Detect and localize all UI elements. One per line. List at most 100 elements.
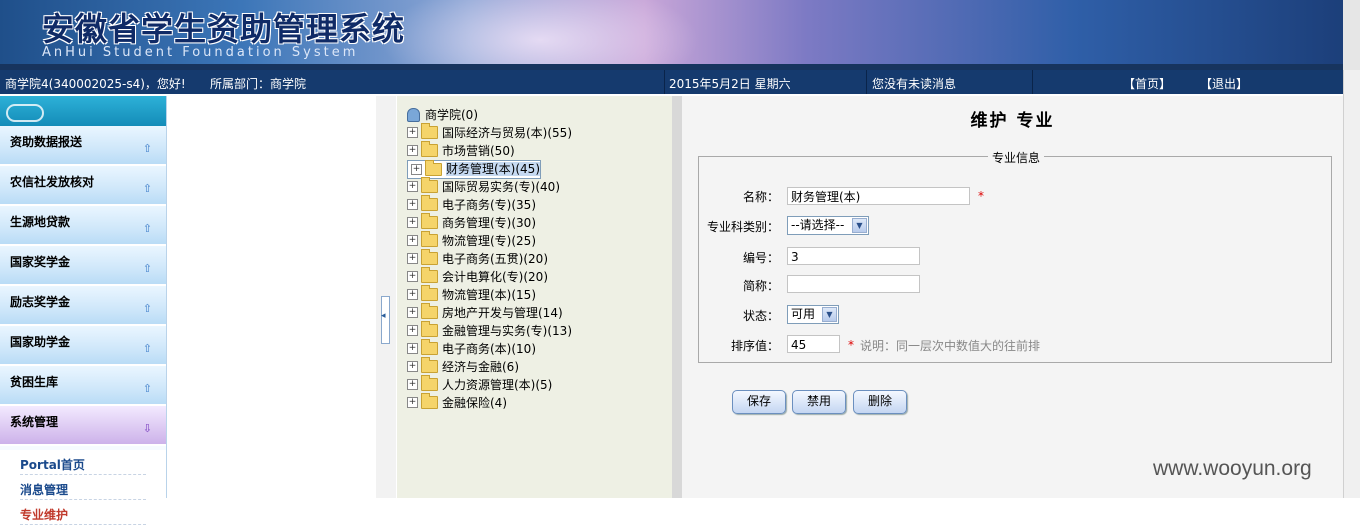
chevron-down-icon: ▼	[822, 307, 837, 322]
menu-item-label: 国家助学金	[10, 335, 71, 349]
menu-item-credit-check[interactable]: 农信社发放核对 ⇧	[0, 166, 166, 206]
expand-up-icon: ⇧	[142, 182, 152, 195]
system-subtitle: AnHui Student Foundation System	[42, 45, 359, 60]
delete-button[interactable]: 删除	[853, 390, 907, 414]
name-label: 名称：	[742, 190, 779, 204]
expand-icon[interactable]: +	[407, 343, 418, 354]
status-select-value: 可用	[791, 307, 816, 321]
tree-node[interactable]: + 金融管理与实务(专)(13)	[407, 321, 572, 340]
tree-node[interactable]: + 商务管理(专)(30)	[407, 213, 536, 232]
name-input[interactable]: 财务管理(本)	[787, 187, 970, 205]
folder-icon	[421, 393, 438, 409]
menu-item-label: 贫困生库	[10, 375, 59, 389]
required-mark: *	[978, 189, 984, 203]
globe-icon	[407, 107, 420, 122]
code-input[interactable]: 3	[787, 247, 920, 265]
order-input[interactable]: 45	[787, 335, 840, 353]
major-tree: 商学院(0) + 国际经济与贸易(本)(55) + 市场营销(50) + 财务管理(本…	[397, 96, 672, 498]
menu-item-label: 农信社发放核对	[10, 175, 95, 189]
expand-icon[interactable]: +	[407, 271, 418, 282]
tree-node[interactable]: + 国际经济与贸易(本)(55)	[407, 123, 572, 142]
tree-node[interactable]: + 房地产开发与管理(14)	[407, 303, 563, 322]
submenu-item-messages[interactable]: 消息管理	[20, 475, 146, 500]
save-button[interactable]: 保存	[732, 390, 786, 414]
tree-node[interactable]: + 电子商务(本)(10)	[407, 339, 536, 358]
tree-node[interactable]: + 金融保险(4)	[407, 393, 507, 412]
header-banner: 安徽省学生资助管理系统 AnHui Student Foundation Sys…	[0, 0, 1343, 70]
folder-icon	[421, 357, 438, 373]
submenu-item-major-maintenance[interactable]: 专业维护	[20, 500, 146, 525]
expand-icon[interactable]: +	[407, 325, 418, 336]
messages-text[interactable]: 您没有未读消息	[872, 75, 956, 92]
tree-node[interactable]: + 电子商务(专)(35)	[407, 195, 536, 214]
left-menu: 资助数据报送 ⇧ 农信社发放核对 ⇧ 生源地贷款 ⇧ 国家奖学金 ⇧ 励志奖学金…	[0, 96, 167, 525]
tree-root-node[interactable]: 商学院(0)	[407, 106, 478, 124]
expand-icon[interactable]: +	[407, 235, 418, 246]
tree-node[interactable]: + 物流管理(本)(15)	[407, 285, 536, 304]
tree-node-label: 金融保险(4)	[442, 396, 507, 410]
folder-icon	[421, 141, 438, 157]
window-scrollbar-top[interactable]	[1343, 0, 1360, 70]
expand-icon[interactable]: +	[407, 253, 418, 264]
disable-button[interactable]: 禁用	[792, 390, 846, 414]
divider	[866, 70, 867, 94]
tree-node-label: 市场营销(50)	[442, 144, 515, 158]
window-scrollbar[interactable]	[1343, 70, 1360, 498]
tree-node-label: 电子商务(本)(10)	[442, 342, 536, 356]
logout-link[interactable]: 【退出】	[1200, 75, 1248, 92]
expand-icon[interactable]: +	[407, 397, 418, 408]
folder-icon	[421, 321, 438, 337]
tree-node[interactable]: + 国际贸易实务(专)(40)	[407, 177, 560, 196]
menu-item-label: 国家奖学金	[10, 255, 71, 269]
tree-node-label: 电子商务(专)(35)	[442, 198, 536, 212]
tree-node[interactable]: + 经济与金融(6)	[407, 357, 519, 376]
category-select[interactable]: --请选择-- ▼	[787, 216, 869, 235]
category-label: 专业科类别：	[706, 220, 779, 234]
expand-icon[interactable]: +	[407, 127, 418, 138]
code-label: 编号：	[742, 251, 779, 265]
folder-icon	[421, 285, 438, 301]
menu-item-national-grant[interactable]: 国家助学金 ⇧	[0, 326, 166, 366]
department-text: 所属部门：商学院	[210, 77, 307, 91]
tree-node[interactable]: + 人力资源管理(本)(5)	[407, 375, 553, 394]
menu-item-national-scholarship[interactable]: 国家奖学金 ⇧	[0, 246, 166, 286]
tree-node[interactable]: + 电子商务(五贯)(20)	[407, 249, 548, 268]
status-select[interactable]: 可用 ▼	[787, 305, 839, 324]
folder-icon	[421, 267, 438, 283]
chevron-down-icon: ▼	[852, 218, 867, 233]
system-title: 安徽省学生资助管理系统	[42, 10, 406, 48]
expand-up-icon: ⇧	[142, 222, 152, 235]
expand-icon[interactable]: +	[407, 181, 418, 192]
tree-node[interactable]: + 会计电算化(专)(20)	[407, 267, 548, 286]
expand-icon[interactable]: +	[407, 289, 418, 300]
expand-up-icon: ⇧	[142, 342, 152, 355]
expand-icon[interactable]: +	[407, 307, 418, 318]
system-admin-submenu: Portal首页 消息管理 专业维护	[0, 450, 166, 525]
menu-item-aid-report[interactable]: 资助数据报送 ⇧	[0, 126, 166, 166]
expand-icon[interactable]: +	[407, 217, 418, 228]
tree-node-label: 物流管理(专)(25)	[442, 234, 536, 248]
expand-icon[interactable]: +	[407, 145, 418, 156]
menu-item-loan[interactable]: 生源地贷款 ⇧	[0, 206, 166, 246]
submenu-item-label: 专业维护	[20, 508, 69, 522]
home-link[interactable]: 【首页】	[1123, 75, 1171, 92]
submenu-item-label: 消息管理	[20, 483, 69, 497]
menu-item-system-admin[interactable]: 系统管理 ⇩	[0, 406, 166, 446]
tree-node-label: 国际贸易实务(专)(40)	[442, 180, 560, 194]
tree-node-label: 物流管理(本)(15)	[442, 288, 536, 302]
collapse-panel-handle[interactable]	[381, 296, 390, 344]
expand-icon[interactable]: +	[407, 361, 418, 372]
submenu-item-portal[interactable]: Portal首页	[20, 450, 146, 475]
tree-node-label: 人力资源管理(本)(5)	[442, 378, 553, 392]
short-name-input[interactable]	[787, 275, 920, 293]
page-title: 维护 专业	[970, 111, 1055, 131]
expand-icon[interactable]: +	[407, 199, 418, 210]
expand-icon[interactable]: +	[411, 164, 422, 175]
expand-up-icon: ⇧	[142, 262, 152, 275]
menu-item-inspiration-scholarship[interactable]: 励志奖学金 ⇧	[0, 286, 166, 326]
divider	[664, 70, 665, 94]
expand-icon[interactable]: +	[407, 379, 418, 390]
tree-node[interactable]: + 市场营销(50)	[407, 141, 515, 160]
menu-item-poor-students[interactable]: 贫困生库 ⇧	[0, 366, 166, 406]
tree-node[interactable]: + 物流管理(专)(25)	[407, 231, 536, 250]
